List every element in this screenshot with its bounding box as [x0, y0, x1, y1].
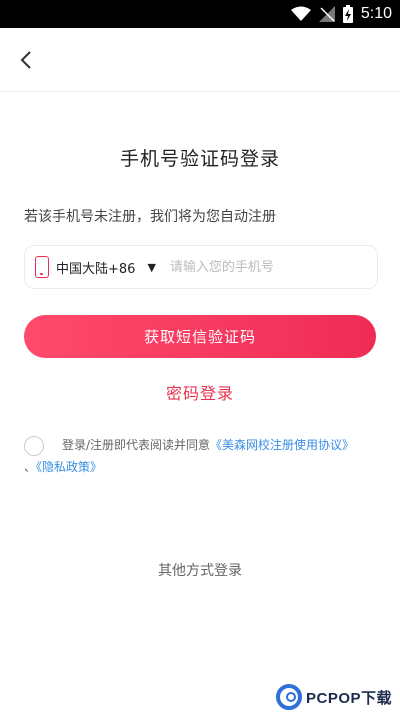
battery-charging-icon [342, 5, 353, 23]
password-login-link[interactable]: 密码登录 [0, 380, 400, 404]
phone-number-input[interactable] [169, 259, 360, 275]
caret-down-icon: ▼ [147, 260, 156, 274]
watermark-text: PCPOP下载 [306, 689, 393, 707]
auto-register-hint: 若该手机号未注册，我们将为您自动注册 [24, 209, 276, 225]
page-title: 手机号验证码登录 [119, 148, 280, 170]
terms-link[interactable]: 《美森网校注册使用协议》 [210, 438, 354, 452]
no-signal-icon [318, 6, 335, 22]
status-bar: 5:10 [0, 0, 400, 28]
agreement-line-2: 、《隐私政策》 [24, 456, 102, 478]
privacy-policy-link[interactable]: 《隐私政策》 [36, 460, 102, 474]
watermark: PCPOP下载 [276, 684, 392, 710]
pcpop-logo-icon [276, 684, 302, 710]
status-time: 5:10 [360, 5, 392, 22]
region-label: 中国大陆+86 [56, 261, 136, 277]
agreement-prefix: 登录/注册即代表阅读并同意 [62, 438, 211, 452]
agreement-checkbox[interactable] [24, 436, 44, 456]
phone-input-box: 中国大陆+86 ▼ [24, 245, 378, 289]
get-sms-code-button[interactable]: 获取短信验证码 [24, 315, 376, 358]
agreement-separator: 、 [24, 460, 37, 474]
wifi-icon [290, 6, 311, 21]
agreement-line-1: 登录/注册即代表阅读并同意《美森网校注册使用协议》 [62, 434, 354, 456]
status-icons: 5:10 [290, 0, 392, 28]
chevron-left-icon [20, 51, 31, 69]
nav-bar [0, 28, 400, 92]
other-login-methods[interactable]: 其他方式登录 [0, 560, 400, 580]
mobile-phone-icon [35, 256, 49, 278]
back-button[interactable] [10, 42, 42, 78]
region-selector[interactable]: 中国大陆+86 ▼ [25, 246, 156, 288]
